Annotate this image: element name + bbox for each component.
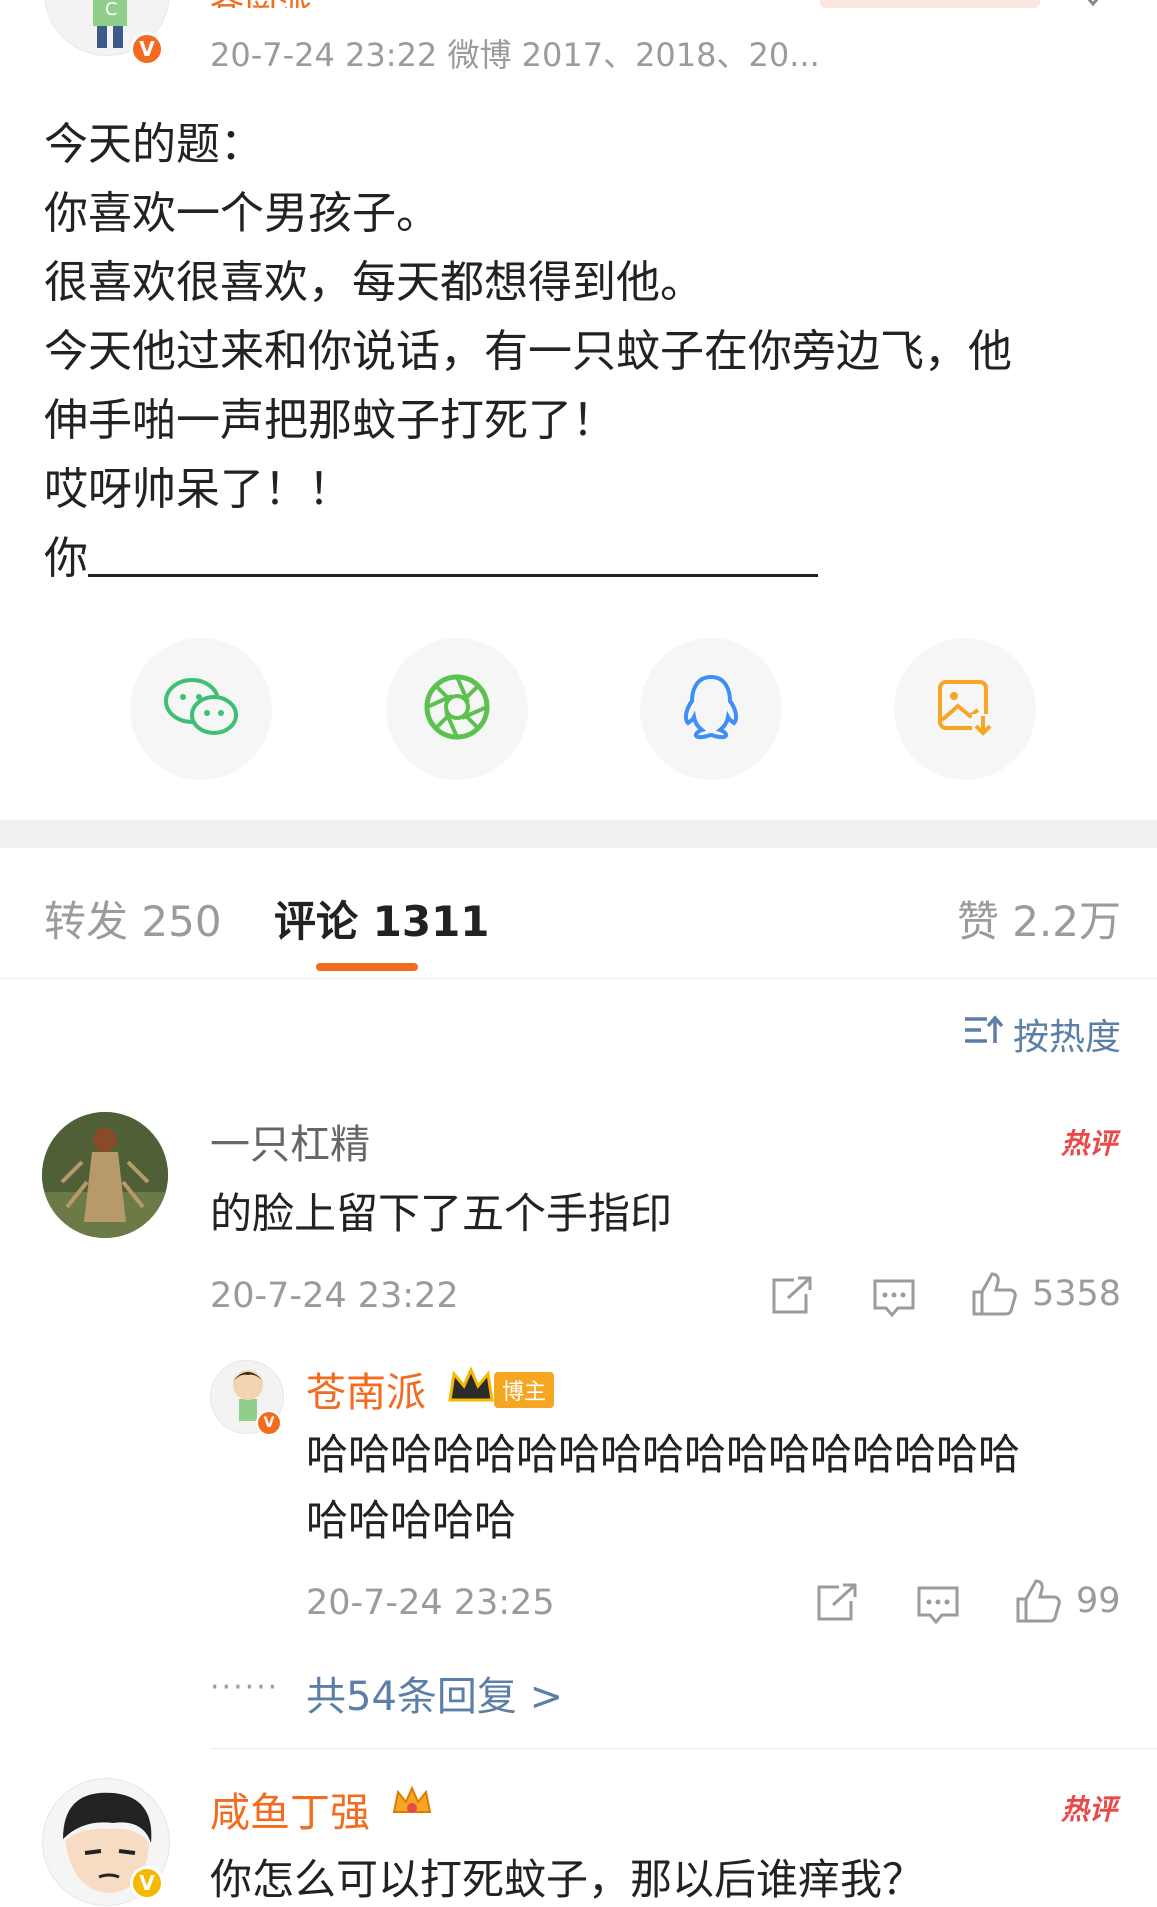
post-line: 你喜欢一个男孩子。: [44, 188, 440, 239]
comment-text: 的脸上留下了五个手指印: [210, 1189, 673, 1238]
svg-text:C: C: [105, 0, 118, 20]
tab-repost-count: 250: [141, 897, 222, 946]
reply-text: 哈哈哈哈哈哈哈哈哈哈哈哈哈哈哈哈哈 哈哈哈哈哈: [306, 1422, 1020, 1554]
tab-repost[interactable]: 转发 250: [44, 888, 222, 949]
fill-in-blank: [88, 524, 818, 577]
hot-comment-tag: 热评: [1060, 1793, 1117, 1826]
save-image-button[interactable]: [894, 638, 1036, 780]
tab-active-indicator: [316, 963, 418, 971]
reply-username[interactable]: 苍南派: [306, 1360, 426, 1418]
comment-divider: [210, 1748, 1157, 1749]
view-more-replies-link[interactable]: 共54条回复 >: [306, 1664, 563, 1722]
verified-badge-icon: V: [130, 32, 164, 66]
post-body: 今天的题： 你喜欢一个男孩子。 很喜欢很喜欢，每天都想得到他。 今天他过来和你说…: [44, 110, 1124, 593]
commenter-avatar[interactable]: [42, 1112, 168, 1238]
star-icon[interactable]: [1075, 0, 1111, 20]
crown-vip-icon: [390, 1782, 434, 1828]
post-line: 今天他过来和你说话，有一只蚊子在你旁边飞，他: [44, 326, 1012, 377]
qq-icon: [680, 673, 742, 745]
save-image-icon: [934, 676, 996, 742]
repost-icon[interactable]: [770, 1276, 814, 1316]
tabs-divider: [0, 978, 1157, 979]
tab-likes-label: 赞: [956, 897, 999, 946]
post-line: 很喜欢很喜欢，每天都想得到他。: [44, 257, 704, 308]
post-line: 哎呀帅呆了！！: [44, 464, 352, 515]
reply-like-count: 99: [1076, 1581, 1121, 1621]
reply-like-button[interactable]: 99: [1014, 1577, 1121, 1625]
wechat-icon: [162, 675, 240, 743]
reply-text-line: 哈哈哈哈哈哈哈哈哈哈哈哈哈哈哈哈哈: [306, 1430, 1021, 1479]
like-count: 5358: [1032, 1274, 1122, 1314]
moments-icon: [422, 672, 492, 746]
reply-comment-icon[interactable]: [916, 1585, 960, 1625]
comment-reply-icon[interactable]: [872, 1278, 916, 1318]
commenter-name[interactable]: 一只杠精: [210, 1112, 370, 1170]
sort-by-hot-button[interactable]: 按热度: [963, 1008, 1121, 1060]
thumbs-up-icon: [1014, 1577, 1062, 1625]
header-decoration: [820, 0, 1040, 8]
more-replies-dots: ······: [210, 1670, 280, 1705]
post-line-last: 你: [44, 524, 1124, 593]
commenter-name[interactable]: 咸鱼丁强: [210, 1780, 370, 1838]
gold-verified-icon: V: [130, 1866, 164, 1900]
thumbs-up-icon: [970, 1270, 1018, 1318]
comment-text: 你怎么可以打死蚊子，那以后谁痒我？: [210, 1855, 925, 1904]
post-line: 今天的题：: [44, 119, 264, 170]
tab-repost-label: 转发: [44, 897, 129, 946]
post-line: 伸手啪一声把那蚊子打死了！: [44, 395, 616, 446]
comment-time: 20-7-24 23:22: [210, 1276, 459, 1316]
blogger-badge: 博主: [494, 1372, 555, 1408]
share-wechat-button[interactable]: [130, 638, 272, 780]
post-meta: 20-7-24 23:22 微博 2017、2018、20...: [210, 36, 820, 74]
reply-time: 20-7-24 23:25: [306, 1583, 555, 1623]
reply-repost-icon[interactable]: [815, 1583, 859, 1623]
crown-icon: [446, 1366, 496, 1410]
reply-text-line: 哈哈哈哈哈: [306, 1496, 517, 1545]
share-moments-button[interactable]: [386, 638, 528, 780]
author-name[interactable]: 苍南派: [210, 0, 312, 8]
reply-verified-icon: V: [256, 1410, 282, 1436]
tab-likes[interactable]: 赞 2.2万: [957, 888, 1121, 949]
tab-comments-label: 评论: [274, 897, 359, 946]
tab-comments-count: 1311: [372, 897, 490, 946]
like-button[interactable]: 5358: [970, 1270, 1121, 1318]
section-divider: [0, 820, 1157, 848]
sort-icon: [963, 1013, 1004, 1056]
hot-comment-tag: 热评: [1060, 1127, 1117, 1160]
tab-comments[interactable]: 评论 1311: [274, 888, 490, 949]
post-line-text: 你: [44, 533, 88, 584]
share-qq-button[interactable]: [640, 638, 782, 780]
tab-likes-count: 2.2万: [1012, 897, 1121, 946]
sort-label: 按热度: [1012, 1017, 1121, 1058]
